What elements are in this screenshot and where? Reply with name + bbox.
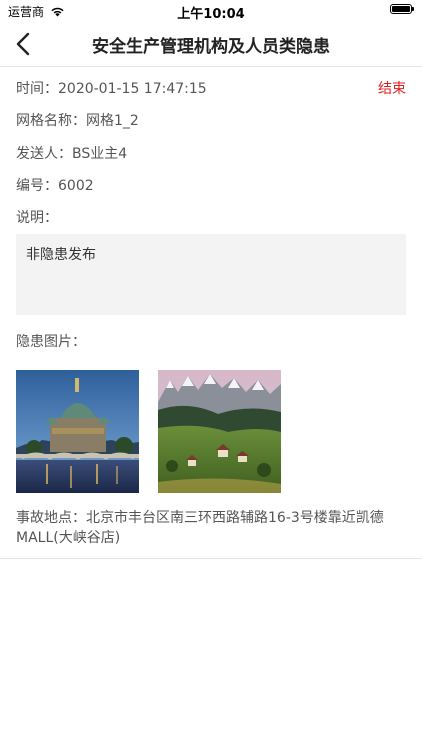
sender-label: 发送人： [16,146,72,162]
time-label: 时间： [16,81,58,97]
cathedral-photo [16,370,139,493]
number-row: 编号：6002 [16,175,94,195]
sender-row: 发送人：BS业主4 [16,143,127,163]
grid-label: 网格名称： [16,113,86,129]
hazard-image-mountain[interactable] [158,370,281,493]
battery-icon [390,4,414,14]
grid-value: 网格1_2 [86,113,139,129]
description-box: 非隐患发布 [16,234,406,315]
time-value: 2020-01-15 17:47:15 [58,81,207,97]
bottom-divider [0,558,422,559]
page-title: 安全生产管理机构及人员类隐患 [92,37,330,57]
status-badge: 结束 [378,81,406,97]
time-row: 时间：2020-01-15 17:47:15 [16,78,207,98]
address-label: 事故地点： [16,510,86,526]
status-bar-time: 上午10:04 [177,7,245,22]
grid-row: 网格名称：网格1_2 [16,110,139,130]
address-row: 事故地点：北京市丰台区南三环西路辅路16-3号楼靠近凯德MALL(大峡谷店) [16,508,408,548]
status-bar: 运营商 上午10:04 [0,0,422,22]
number-label: 编号： [16,178,58,194]
sender-value: BS业主4 [72,146,128,162]
nav-bar: 安全生产管理机构及人员类隐患 [0,22,422,67]
number-value: 6002 [58,178,94,194]
description-label: 说明： [16,210,58,226]
mountain-photo [158,370,281,493]
images-label: 隐患图片： [16,334,86,350]
hazard-image-cathedral[interactable] [16,370,139,493]
